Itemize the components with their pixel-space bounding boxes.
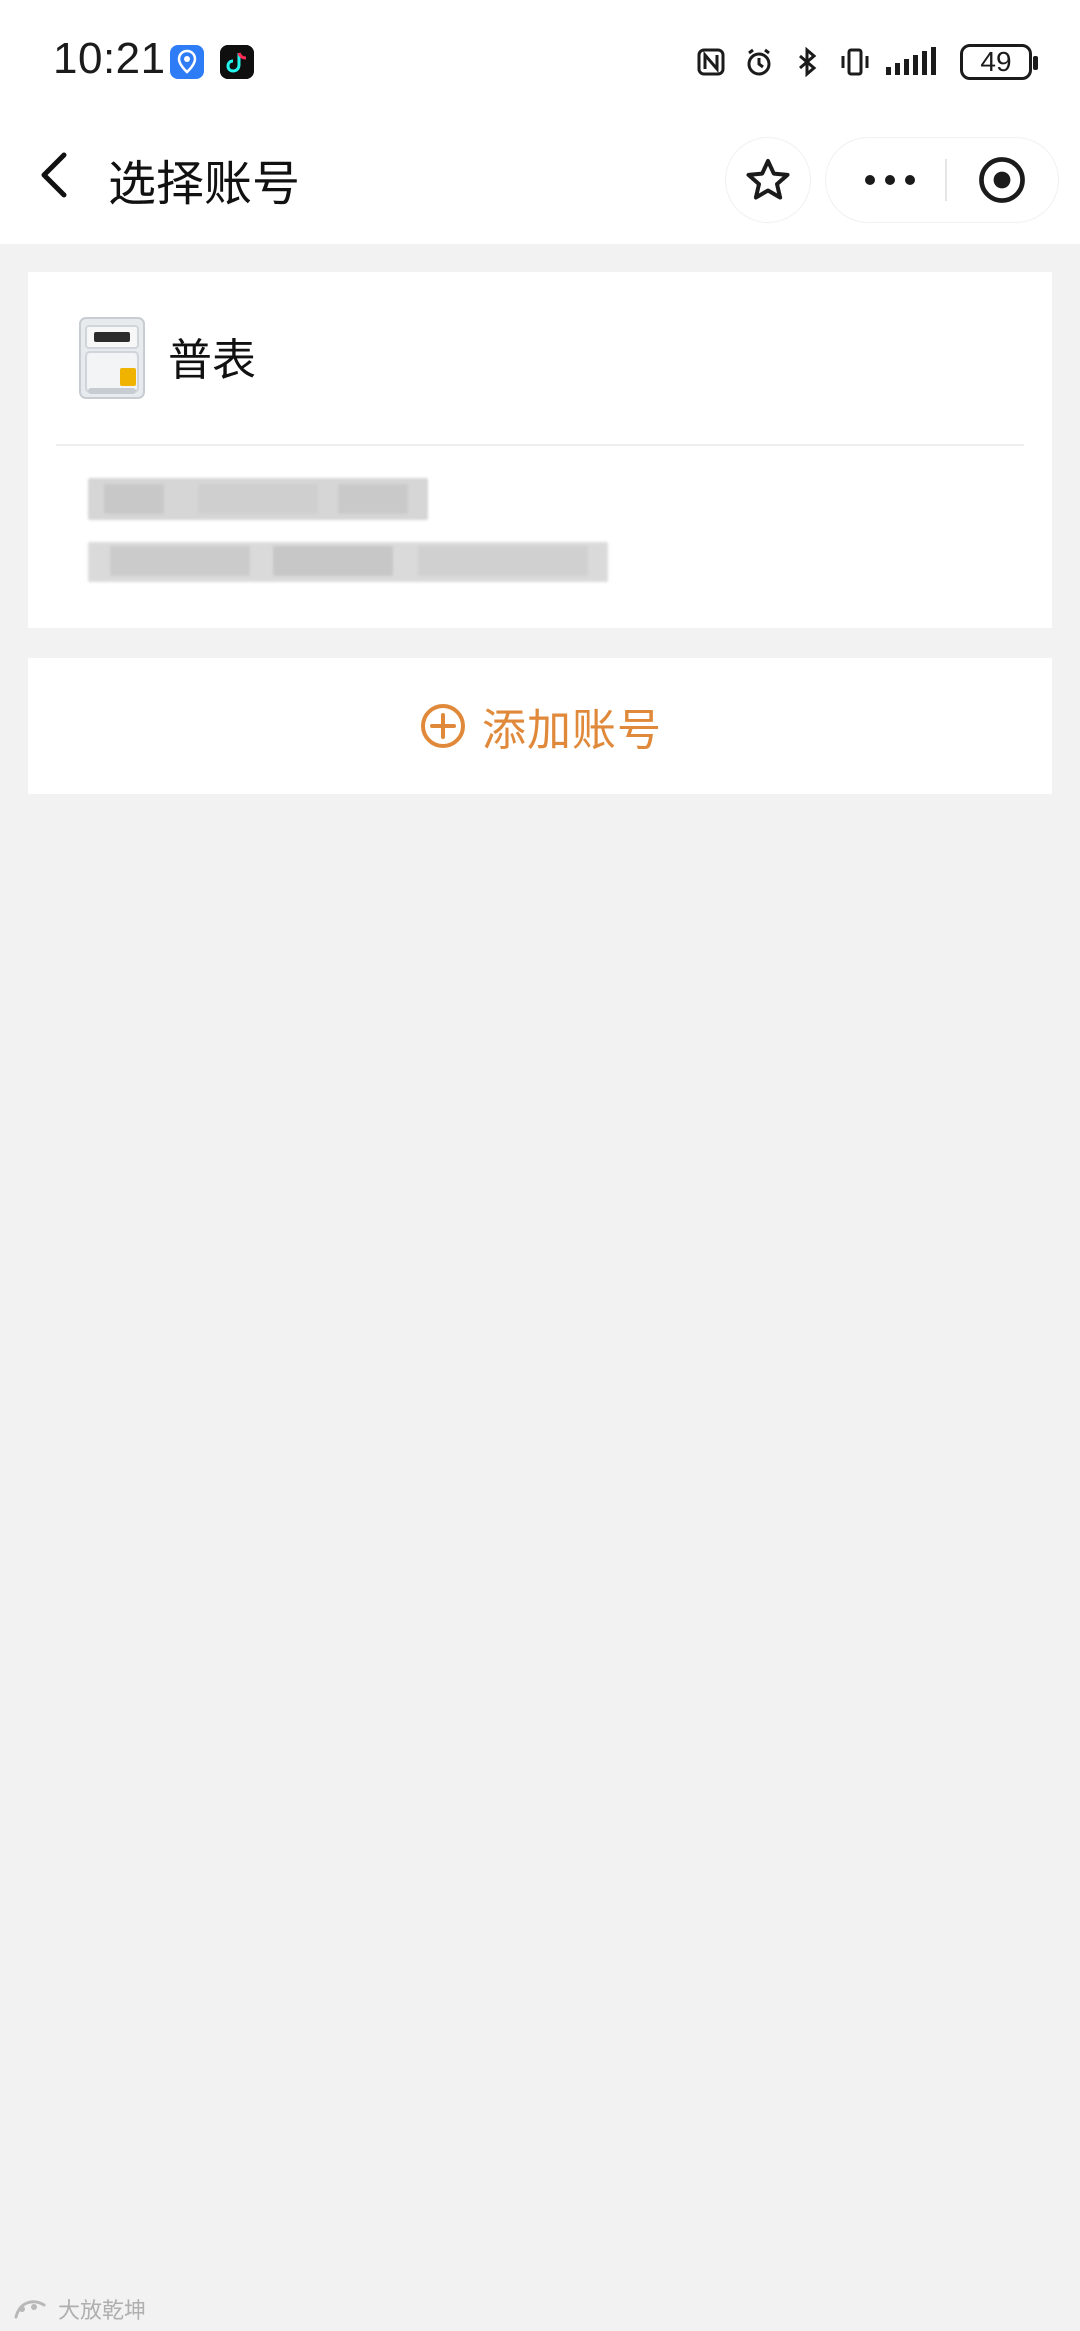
back-button[interactable] <box>28 145 88 205</box>
status-bar: 10:21 49 <box>0 0 1080 120</box>
mini-program-capsule <box>826 138 1058 222</box>
vibrate-icon <box>841 48 869 76</box>
capsule-divider <box>945 159 947 201</box>
nav-bar: 选择账号 <box>0 120 1080 244</box>
tiktok-app-icon <box>220 45 254 79</box>
watermark-logo <box>14 2300 46 2319</box>
meter-type-label: 普表 <box>168 335 256 386</box>
alarm-icon <box>747 48 771 76</box>
battery-indicator: 49 <box>960 44 1038 80</box>
system-icons: 49 <box>694 40 1038 84</box>
more-button[interactable] <box>854 150 926 210</box>
add-account-label: 添加账号 <box>482 705 662 756</box>
watermark: 大放乾坤 <box>10 2295 147 2324</box>
favorite-button[interactable] <box>726 138 810 222</box>
plus-circle-icon <box>421 704 465 748</box>
star-icon <box>746 159 790 200</box>
signal-icon <box>886 47 936 75</box>
maps-app-icon <box>170 45 204 79</box>
card-divider <box>56 444 1024 446</box>
chevron-left-icon <box>41 152 67 198</box>
bluetooth-icon <box>799 46 817 78</box>
page-title: 选择账号 <box>108 156 301 212</box>
account-card[interactable]: 普表 <box>28 272 1052 628</box>
watermark-text: 大放乾坤 <box>58 2299 147 2324</box>
nfc-icon <box>697 48 725 76</box>
gas-meter-image <box>76 316 148 400</box>
ellipsis-icon <box>865 175 915 185</box>
close-button[interactable] <box>966 150 1038 210</box>
target-icon <box>979 157 1025 203</box>
add-account-button[interactable]: 添加账号 <box>28 658 1052 794</box>
top-bar: 10:21 49 选择账号 <box>0 0 1080 244</box>
meter-row: 普表 <box>28 272 1052 442</box>
status-time: 10:21 <box>53 34 166 83</box>
battery-level: 49 <box>980 46 1012 77</box>
account-details-obscured <box>48 454 608 584</box>
